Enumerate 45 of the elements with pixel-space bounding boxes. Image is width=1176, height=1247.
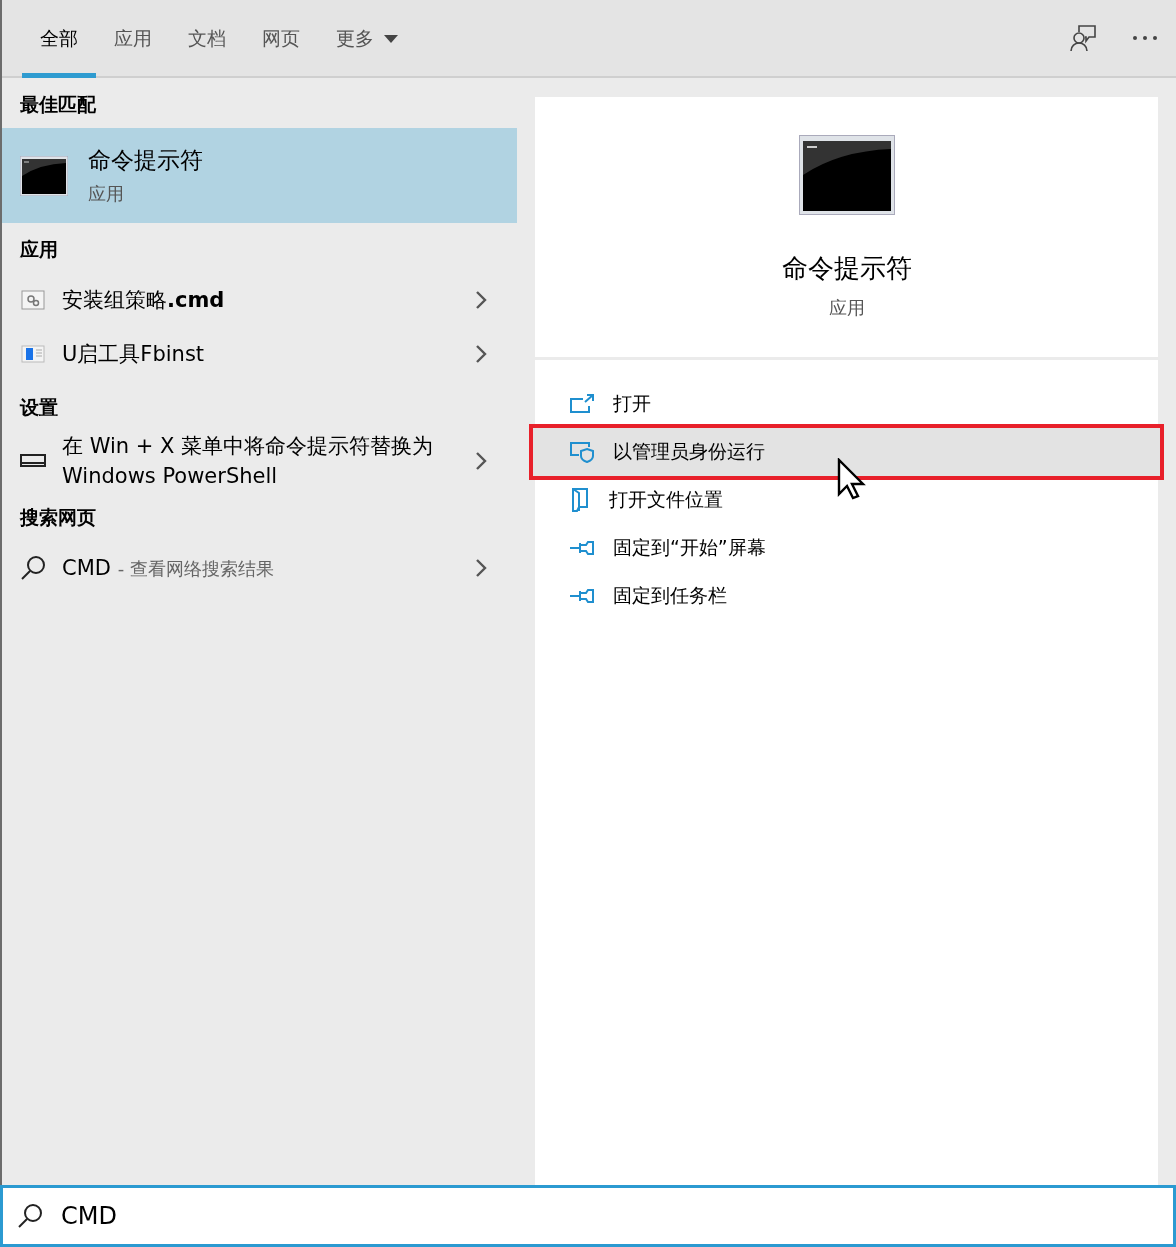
terminal-icon xyxy=(798,135,895,215)
terminal-icon xyxy=(20,155,68,196)
tab[interactable]: 文档 xyxy=(170,0,244,78)
action-item[interactable]: 固定到“开始”屏幕 xyxy=(535,524,1158,572)
cursor-icon xyxy=(837,458,867,500)
action-item[interactable]: 打开文件位置 xyxy=(535,476,1158,524)
action-item[interactable]: 打开 xyxy=(535,380,1158,428)
search-field[interactable]: CMD xyxy=(0,1185,1176,1247)
window-icon xyxy=(21,344,45,364)
tab[interactable]: 网页 xyxy=(244,0,318,78)
chevron-icon xyxy=(475,344,487,364)
tab[interactable]: 应用 xyxy=(96,0,170,78)
item-type: 应用 xyxy=(88,182,125,206)
section-header: 最佳匹配 xyxy=(19,92,97,117)
more-icon xyxy=(1132,35,1158,41)
section-header: 设置 xyxy=(18,395,59,420)
tab[interactable]: 更多 xyxy=(318,0,416,78)
section-header: 搜索网页 xyxy=(18,505,97,530)
result-item[interactable]: CMD - 查看网络搜索结果 xyxy=(2,541,517,595)
section-header: 应用 xyxy=(19,237,59,262)
open-external-icon xyxy=(569,394,595,414)
app-title: 命令提示符 xyxy=(781,252,912,285)
shield-icon xyxy=(569,441,595,463)
best-match-item[interactable]: 命令提示符 应用 xyxy=(2,128,517,223)
item-title: 命令提示符 xyxy=(88,146,203,175)
document-icon xyxy=(569,487,591,513)
app-type: 应用 xyxy=(828,296,865,320)
item-title: U启工具Fbinst xyxy=(62,341,206,368)
monitor-icon xyxy=(20,453,46,469)
result-item[interactable]: 安装组策略.cmd xyxy=(2,273,517,327)
chevron-icon xyxy=(475,290,487,310)
search-icon xyxy=(20,555,46,581)
search-icon xyxy=(17,1203,43,1229)
item-title: CMD - 查看网络搜索结果 xyxy=(62,554,275,582)
pin-icon xyxy=(569,588,595,604)
result-item[interactable]: 在 Win + X 菜单中将命令提示符替换为 Windows PowerShell xyxy=(2,431,517,491)
action-item[interactable]: 固定到任务栏 xyxy=(535,572,1158,620)
chevron-icon xyxy=(475,558,487,578)
pin-icon xyxy=(569,540,595,556)
gear-file-icon xyxy=(21,290,45,310)
chevron-icon xyxy=(475,451,487,471)
item-title: 安装组策略.cmd xyxy=(62,287,226,314)
person-speech-icon xyxy=(1069,24,1097,52)
item-title: 在 Win + X 菜单中将命令提示符替换为 Windows PowerShell xyxy=(62,433,435,490)
result-item[interactable]: U启工具Fbinst xyxy=(2,327,517,381)
